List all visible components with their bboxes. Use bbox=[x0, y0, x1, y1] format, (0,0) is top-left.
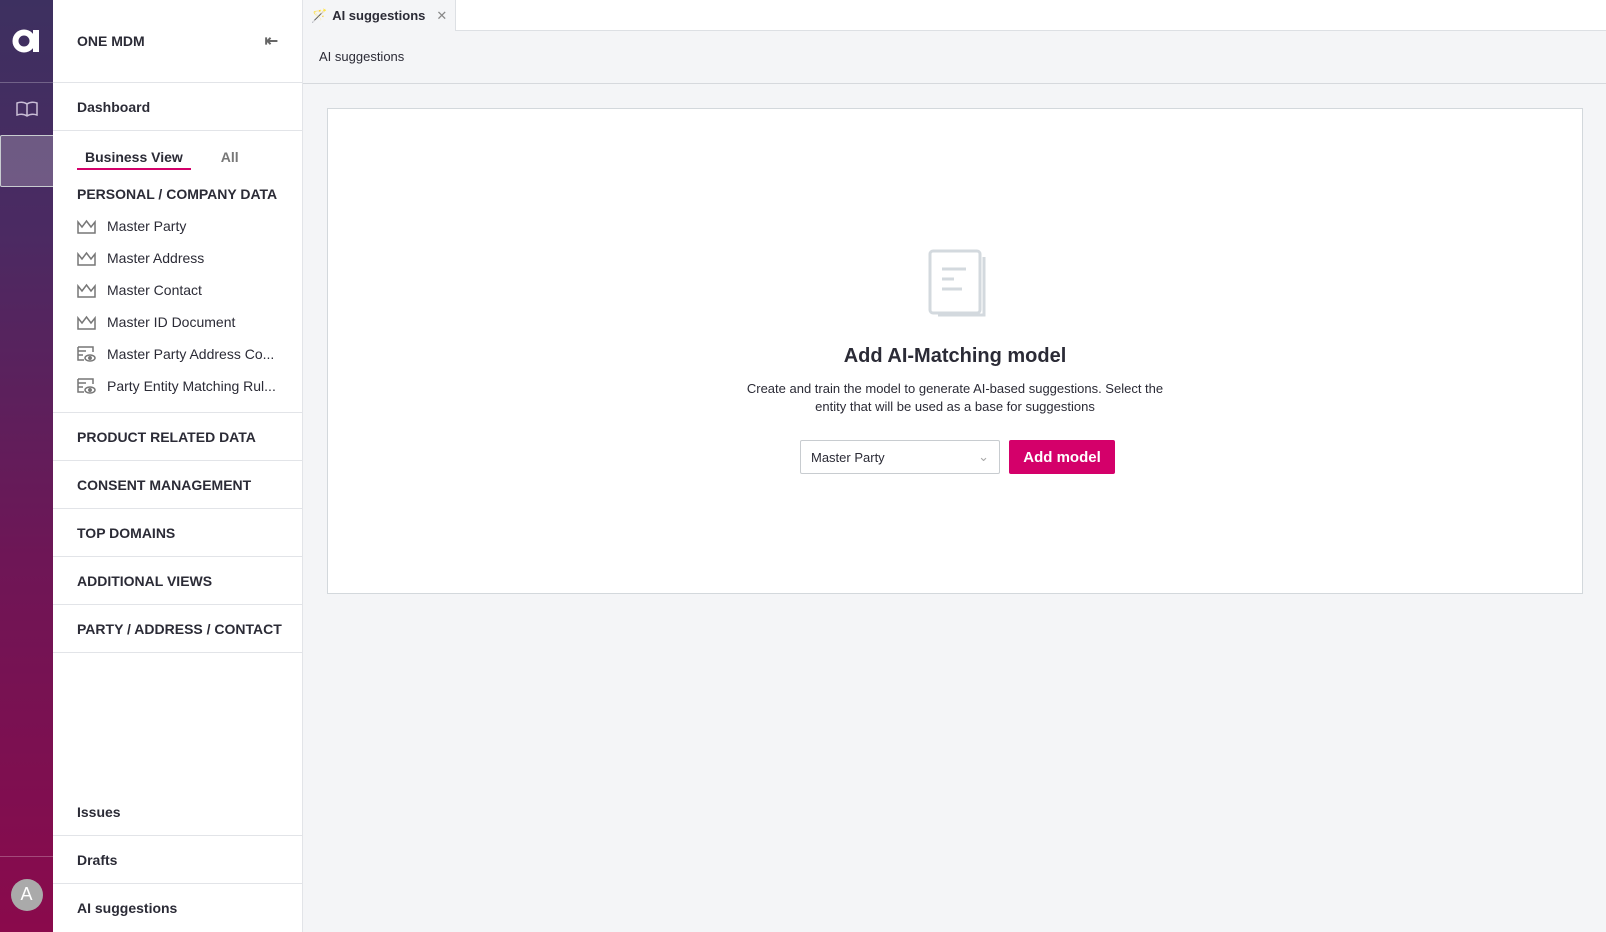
avatar[interactable]: A bbox=[10, 878, 43, 911]
description-line: Create and train the model to generate A… bbox=[746, 381, 1164, 396]
section-additional-views[interactable]: ADDITIONAL VIEWS bbox=[53, 557, 302, 605]
entity-select[interactable]: Master Party ⌄ bbox=[800, 440, 1000, 474]
magic-wand-icon: 🪄 bbox=[311, 7, 328, 23]
description-line: entity that will be used as a base for s… bbox=[815, 399, 1095, 414]
breadcrumb: AI suggestions bbox=[303, 31, 1606, 84]
section-party-address-contact[interactable]: PARTY / ADDRESS / CONTACT bbox=[53, 605, 302, 653]
tab-business-view[interactable]: Business View bbox=[77, 149, 191, 170]
sidebar-item-drafts[interactable]: Drafts bbox=[53, 836, 302, 884]
empty-state-title: Add AI-Matching model bbox=[843, 345, 1067, 367]
crown-icon bbox=[77, 283, 96, 298]
section-top-domains[interactable]: TOP DOMAINS bbox=[53, 509, 302, 557]
app-title: ONE MDM bbox=[77, 33, 145, 49]
crown-icon bbox=[77, 219, 96, 234]
sidebar-item-party-entity-matching[interactable]: Party Entity Matching Rul... bbox=[53, 370, 302, 402]
sidebar-item-master-contact[interactable]: Master Contact bbox=[53, 274, 302, 306]
section-consent-management[interactable]: CONSENT MANAGEMENT bbox=[53, 461, 302, 509]
section-personal-company-data[interactable]: PERSONAL / COMPANY DATA bbox=[53, 170, 302, 202]
view-icon bbox=[77, 346, 96, 362]
empty-state-panel: Add AI-Matching model Create and train t… bbox=[327, 108, 1583, 594]
sidebar-item-master-party-address[interactable]: Master Party Address Co... bbox=[53, 338, 302, 370]
tab-ai-suggestions[interactable]: 🪄 AI suggestions ✕ bbox=[303, 0, 457, 31]
book-icon bbox=[15, 101, 38, 117]
sidebar-item-ai-suggestions[interactable]: AI suggestions bbox=[53, 884, 302, 932]
crown-icon bbox=[77, 251, 96, 266]
app-rail: A bbox=[0, 0, 200, 932]
catalog-nav-button[interactable] bbox=[0, 83, 53, 135]
sidebar-item-issues[interactable]: Issues bbox=[53, 788, 302, 836]
close-icon[interactable]: ✕ bbox=[436, 8, 447, 24]
collapse-sidebar-icon[interactable]: ⇤ bbox=[265, 31, 278, 51]
sidebar-item-master-party[interactable]: Master Party bbox=[53, 210, 302, 242]
chevron-down-icon: ⌄ bbox=[978, 449, 989, 464]
logo[interactable] bbox=[0, 0, 53, 83]
sidebar-item-master-id-document[interactable]: Master ID Document bbox=[53, 306, 302, 338]
view-icon bbox=[77, 378, 96, 394]
add-model-button[interactable]: Add model bbox=[1009, 440, 1115, 474]
sidebar-item-master-address[interactable]: Master Address bbox=[53, 242, 302, 274]
document-icon bbox=[928, 249, 986, 317]
tab-all[interactable]: All bbox=[221, 149, 239, 170]
sidebar: ONE MDM ⇤ Dashboard Business View All PE… bbox=[53, 0, 303, 932]
crown-icon bbox=[77, 315, 96, 330]
section-product-related-data[interactable]: PRODUCT RELATED DATA bbox=[53, 413, 302, 461]
sidebar-item-dashboard[interactable]: Dashboard bbox=[53, 83, 302, 131]
